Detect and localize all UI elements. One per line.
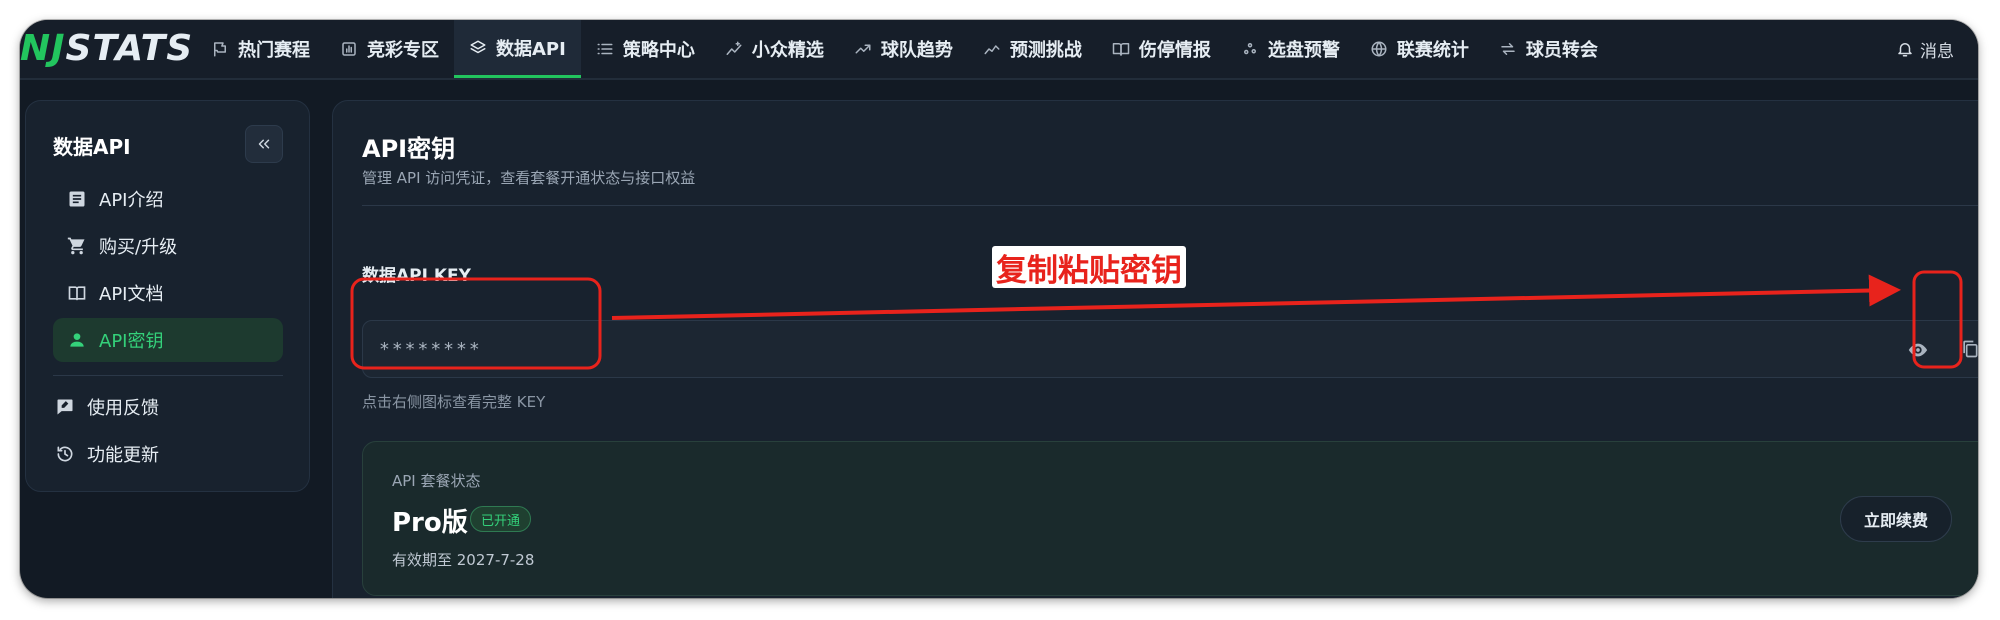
chart-line-icon bbox=[984, 45, 1000, 55]
sidebar-item-buy-upgrade[interactable]: 购买/升级 bbox=[53, 224, 283, 268]
nav-item-league-stats[interactable]: 联赛统计 bbox=[1355, 20, 1484, 78]
plan-expiry: 有效期至 2027-7-28 bbox=[392, 551, 535, 569]
copy-icon bbox=[1963, 340, 1978, 358]
sidebar-item-api-intro[interactable]: API介绍 bbox=[53, 177, 283, 221]
nav-items: 热门赛程 竞彩专区 数据API 策略中心 小众精选 球队趋势 预测挑战 伤停情报… bbox=[196, 20, 1613, 78]
trend-sparkle-icon bbox=[726, 41, 742, 55]
sidebar-item-api-docs[interactable]: API文档 bbox=[53, 271, 283, 315]
api-key-hint: 点击右侧图标查看完整 KEY bbox=[362, 393, 546, 411]
nav-item-strategy-center[interactable]: 策略中心 bbox=[581, 20, 710, 78]
sidebar-item-api-key[interactable]: API密钥 bbox=[53, 318, 283, 362]
logo[interactable]: NJ STATS bbox=[20, 26, 193, 70]
nav-item-niche-picks[interactable]: 小众精选 bbox=[710, 20, 839, 78]
page-subtitle: 管理 API 访问凭证，查看套餐开通状态与接口权益 bbox=[362, 169, 696, 187]
nav-item-data-api[interactable]: 数据API bbox=[454, 20, 581, 78]
plan-status-card: API 套餐状态 Pro版 已开通 有效期至 2027-7-28 立即续费 bbox=[362, 441, 1978, 596]
person-icon bbox=[70, 333, 84, 347]
nav-item-player-transfer[interactable]: 球员转会 bbox=[1484, 20, 1613, 78]
header-divider bbox=[362, 205, 1978, 206]
scatter-icon bbox=[1243, 43, 1256, 55]
show-key-button[interactable] bbox=[1903, 335, 1933, 365]
status-badge: 已开通 bbox=[470, 506, 532, 532]
cart-icon bbox=[67, 237, 85, 255]
annotation-label: 复制粘贴密钥 bbox=[992, 246, 1186, 289]
sidebar-title: 数据API bbox=[53, 135, 131, 159]
collapse-sidebar-button[interactable] bbox=[245, 125, 283, 163]
api-key-label: 数据API KEY bbox=[362, 266, 471, 286]
feedback-icon bbox=[57, 399, 73, 415]
copy-key-button[interactable] bbox=[1955, 334, 1978, 364]
messages-button[interactable]: 消息 bbox=[1896, 20, 1954, 78]
sidebar-divider bbox=[53, 375, 283, 376]
nav-item-prediction-challenge[interactable]: 预测挑战 bbox=[968, 20, 1097, 78]
sidebar-item-updates[interactable]: 功能更新 bbox=[53, 432, 283, 476]
trending-up-icon bbox=[855, 44, 871, 54]
bell-icon bbox=[1898, 43, 1912, 57]
swap-icon bbox=[1501, 43, 1515, 55]
layers-icon bbox=[470, 40, 486, 53]
plan-name: Pro版 bbox=[392, 508, 468, 538]
top-nav: NJ STATS 热门赛程 竞彩专区 数据API 策略中心 小众精选 球队趋势 … bbox=[20, 20, 1978, 80]
book-icon bbox=[68, 286, 86, 301]
nav-item-line-alert[interactable]: 选盘预警 bbox=[1226, 20, 1355, 78]
list-icon bbox=[597, 43, 613, 55]
flag-icon bbox=[214, 42, 226, 57]
nav-item-team-trends[interactable]: 球队趋势 bbox=[839, 20, 968, 78]
nav-item-hot-schedule[interactable]: 热门赛程 bbox=[196, 20, 325, 78]
sidebar-item-feedback[interactable]: 使用反馈 bbox=[53, 385, 283, 429]
globe-icon bbox=[1371, 41, 1387, 57]
api-key-field bbox=[362, 320, 1978, 378]
book-icon bbox=[1112, 43, 1130, 56]
nav-item-injury-intel[interactable]: 伤停情报 bbox=[1097, 20, 1226, 78]
plan-status-label: API 套餐状态 bbox=[392, 472, 481, 490]
main-panel: API密钥 管理 API 访问凭证，查看套餐开通状态与接口权益 数据API KE… bbox=[332, 100, 1978, 598]
chevrons-left-icon bbox=[258, 139, 270, 149]
eye-icon bbox=[1908, 343, 1928, 357]
renew-button[interactable]: 立即续费 bbox=[1840, 496, 1952, 542]
app-window: NJ STATS 热门赛程 竞彩专区 数据API 策略中心 小众精选 球队趋势 … bbox=[20, 20, 1978, 598]
history-icon bbox=[57, 446, 73, 462]
sidebar: 数据API API介绍 购买/升级 API文档 API密钥 使用反馈 功能更新 bbox=[25, 100, 310, 492]
api-key-input[interactable] bbox=[379, 321, 1579, 377]
nav-item-lottery-zone[interactable]: 竞彩专区 bbox=[325, 20, 454, 78]
page-title: API密钥 bbox=[362, 135, 456, 163]
article-icon bbox=[69, 191, 85, 207]
bar-chart-icon bbox=[342, 42, 356, 56]
